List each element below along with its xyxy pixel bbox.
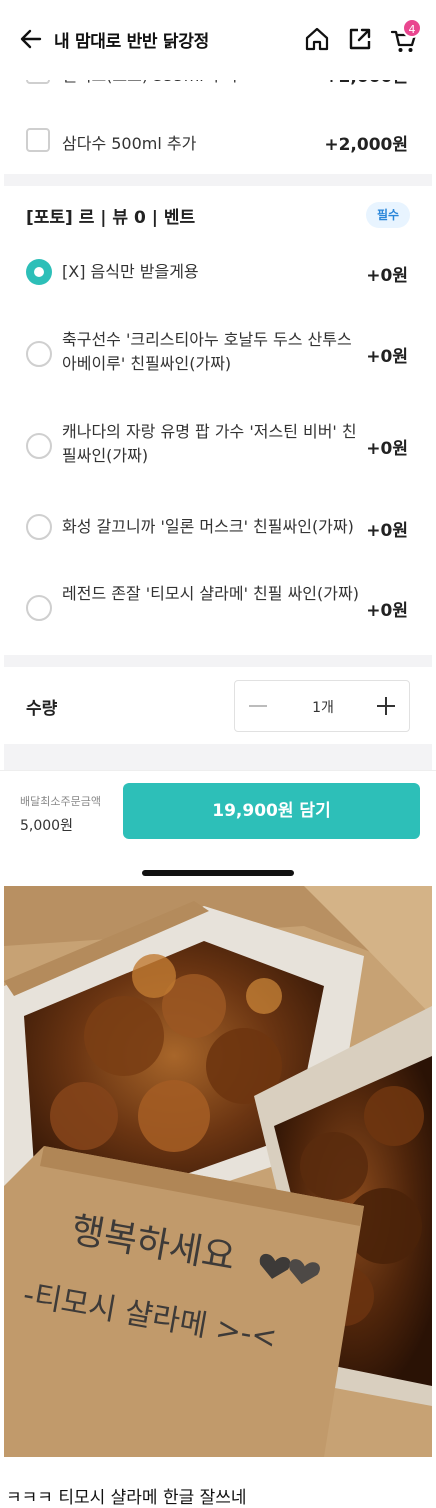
radio-selected[interactable] [26,259,52,285]
cart-count-badge: 4 [402,18,422,38]
option-label: 축구선수 '크리스티아누 호날두 두스 산투스 아베이루' 친필싸인(가짜) [62,330,352,373]
option-row-samdasoo[interactable]: 삼다수 500ml 추가 +2,000원 [0,126,436,156]
home-indicator [142,870,294,876]
option-price: +0원 [366,601,408,621]
home-icon[interactable] [304,26,330,52]
section-divider [4,655,432,667]
option-price: +0원 [366,521,408,541]
post-caption: ㅋㅋㅋ 티모시 샬라메 한글 잘쓰네 [6,1488,247,1508]
add-to-cart-button[interactable]: 19,900원 담기 [123,783,420,839]
back-arrow-icon[interactable] [18,26,44,52]
option-price: +0원 [366,347,408,367]
radio[interactable] [26,514,52,540]
event-section-title: [포토] 르 | 뷰 0 | 벤트 [26,208,196,228]
radio[interactable] [26,433,52,459]
event-option-5[interactable]: 레전드 존잘 '티모시 샬라메' 친필 싸인(가짜) +0원 [0,582,436,632]
checkbox[interactable] [26,128,50,152]
app-header: 내 맘대로 반반 닭강정 4 [0,0,436,80]
quantity-value: 1개 [312,700,334,716]
quantity-label: 수량 [26,699,58,719]
required-badge: 필수 [366,202,410,228]
option-price: +0원 [366,266,408,286]
section-divider [4,744,432,770]
radio[interactable] [26,595,52,621]
min-order-value: 5,000원 [20,818,73,834]
option-price: +2,000원 [324,135,408,155]
section-divider [4,174,432,186]
quantity-stepper: 1개 [234,680,410,732]
event-option-3[interactable]: 캐나다의 자랑 유명 팝 가수 '저스틴 비버' 친필싸인(가짜) +0원 [0,420,436,470]
chicken-photo-illustration: 행복하세요 -티모시 샬라메 >-< [4,886,432,1457]
option-label: 캐나다의 자랑 유명 팝 가수 '저스틴 비버' 친필싸인(가짜) [62,422,357,465]
radio[interactable] [26,341,52,367]
event-option-1[interactable]: [X] 음식만 받을게용 +0원 [0,256,436,288]
order-bottom-bar: 배달최소주문금액 5,000원 19,900원 담기 [0,770,436,862]
option-label: 삼다수 500ml 추가 [62,134,197,153]
option-label: 레전드 존잘 '티모시 샬라메' 친필 싸인(가짜) [62,584,359,603]
page-title: 내 맘대로 반반 닭강정 [54,32,209,52]
option-label: 화성 갈끄니까 '일론 머스크' 친필싸인(가짜) [62,517,354,536]
event-option-2[interactable]: 축구선수 '크리스티아누 호날두 두스 산투스 아베이루' 친필싸인(가짜) +… [0,328,436,378]
minus-icon[interactable] [249,705,267,707]
event-option-4[interactable]: 화성 갈끄니까 '일론 머스크' 친필싸인(가짜) +0원 [0,512,436,542]
photo-chicken-boxes: 행복하세요 -티모시 샬라메 >-< [4,886,432,1457]
option-price: +0원 [366,439,408,459]
option-label: [X] 음식만 받을게용 [62,262,199,281]
min-order-label: 배달최소주문금액 [20,795,101,808]
share-icon[interactable] [347,26,373,52]
